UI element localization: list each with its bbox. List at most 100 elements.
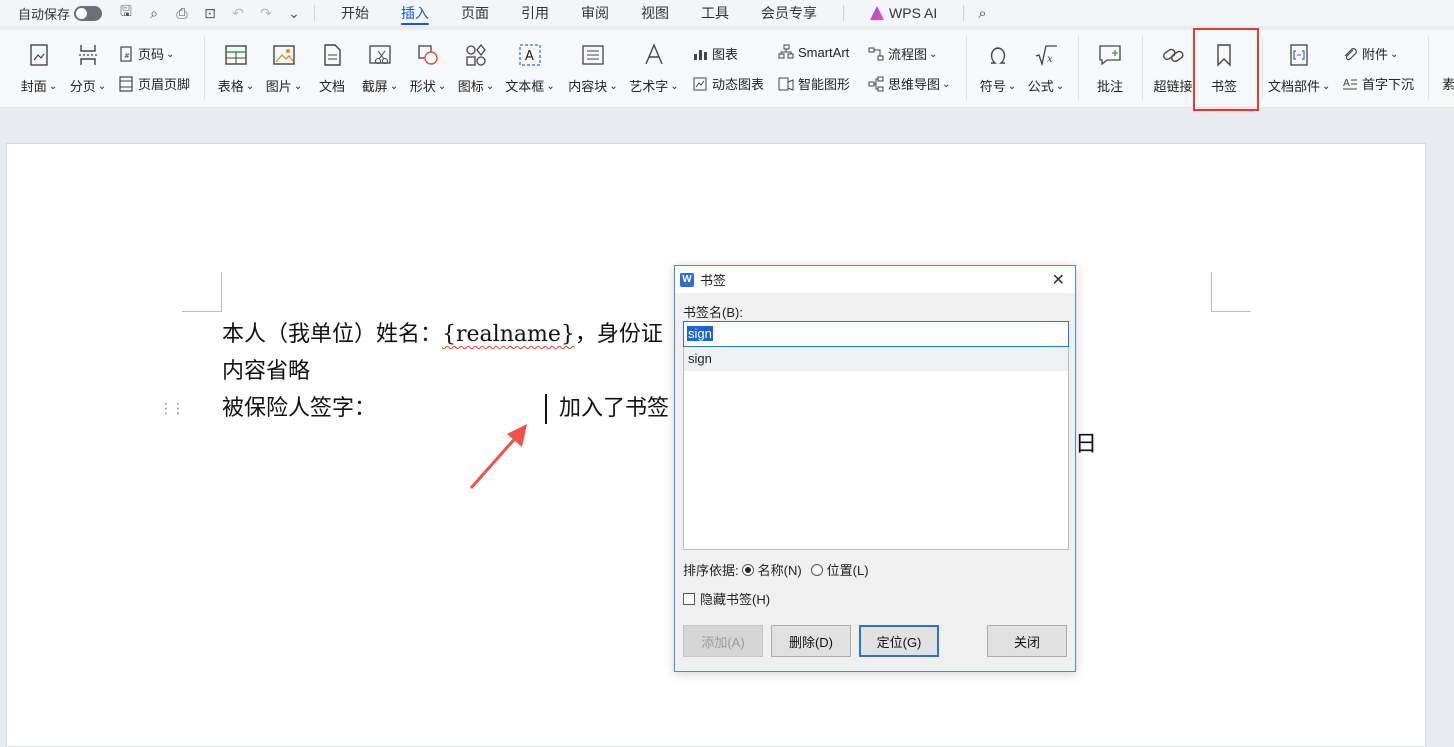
document-button[interactable]: 文档 xyxy=(314,42,350,95)
goto-button[interactable]: 定位(G) xyxy=(859,625,939,657)
bookmark-name-input[interactable]: sign xyxy=(683,321,1069,347)
textbox-icon: A xyxy=(519,44,541,66)
annotation-arrow-icon xyxy=(469,424,527,489)
close-icon[interactable]: ✕ xyxy=(1052,270,1065,290)
page-break-button[interactable]: 分页 xyxy=(68,42,108,95)
divider xyxy=(1078,36,1079,100)
sort-by-name-radio[interactable] xyxy=(741,563,754,576)
divider xyxy=(1262,36,1263,100)
dialog-titlebar[interactable]: W 书签 ✕ xyxy=(675,266,1075,293)
divider xyxy=(963,5,965,21)
bookmark-name-label: 书签名(B): xyxy=(683,305,743,320)
attachment-button[interactable]: 附件 xyxy=(1342,44,1398,63)
bookmark-dialog: W 书签 ✕ 书签名(B): sign sign 排序依据: 名称(N) 位置(… xyxy=(674,265,1076,672)
tab-home[interactable]: 开始 xyxy=(325,0,385,26)
page-number-button[interactable]: # 页码 xyxy=(118,44,174,63)
screenshot-button[interactable]: 截屏 xyxy=(360,42,400,95)
paperclip-icon xyxy=(1344,47,1357,60)
sort-by-name-label[interactable]: 名称(N) xyxy=(758,560,802,579)
formula-button[interactable]: x 公式 xyxy=(1026,42,1066,95)
print-icon[interactable]: ⎙ xyxy=(172,5,192,22)
tab-references[interactable]: 引用 xyxy=(505,0,565,26)
cover-button[interactable]: 封面 xyxy=(18,42,60,95)
toggle-switch[interactable] xyxy=(74,5,103,21)
margin-corner-top-left xyxy=(182,272,222,312)
text-cursor xyxy=(545,394,547,424)
wps-ai-icon xyxy=(870,6,885,20)
flowchart-icon xyxy=(868,47,884,60)
redo-icon[interactable]: ↷ xyxy=(256,5,276,22)
symbol-button[interactable]: 符号 xyxy=(978,42,1018,95)
picture-button[interactable]: 图片 xyxy=(264,42,304,95)
realname-field: {realname} xyxy=(442,322,575,347)
hyperlink-button[interactable]: 超链接 xyxy=(1152,42,1194,95)
delete-button[interactable]: 删除(D) xyxy=(771,625,851,657)
doc-parts-button[interactable]: 文档部件 xyxy=(1268,42,1330,95)
ribbon-insert: 封面 分页 # 页码 页眉页脚 表格 图片 文档 截屏 形状 图标 xyxy=(0,30,1454,108)
formula-icon: x xyxy=(1035,45,1057,67)
drag-handle-icon[interactable]: ⋮⋮ xyxy=(159,400,185,417)
tab-insert[interactable]: 插入 xyxy=(385,0,445,26)
divider xyxy=(314,5,316,21)
paragraph-1[interactable]: 本人（我单位）姓名：{realname}，身份证 xyxy=(222,316,663,353)
print-preview-icon[interactable]: ⊡ xyxy=(200,5,220,22)
ribbon-tabs: 开始 插入 页面 引用 审阅 视图 工具 会员专享 WPS AI ⌕ xyxy=(325,0,987,26)
svg-text:A: A xyxy=(1343,78,1350,89)
undo-icon[interactable]: ↶ xyxy=(228,5,248,22)
save-icon[interactable]: 🖫 xyxy=(116,1,136,25)
wordart-icon xyxy=(645,43,663,65)
paragraph-2[interactable]: 内容省略 xyxy=(222,353,663,390)
autosave-toggle[interactable]: 自动保存 xyxy=(18,4,103,23)
chevron-down-icon[interactable]: ⌄ xyxy=(284,5,304,22)
bookmark-button[interactable]: 书签 xyxy=(1204,42,1244,95)
header-footer-button[interactable]: 页眉页脚 xyxy=(118,74,190,93)
sort-by-position-label[interactable]: 位置(L) xyxy=(827,560,869,579)
list-item[interactable]: sign xyxy=(684,347,1068,371)
tab-wps-ai[interactable]: WPS AI xyxy=(854,0,953,26)
mindmap-button[interactable]: 思维导图 xyxy=(868,74,950,93)
tab-view[interactable]: 视图 xyxy=(625,0,685,26)
shape-button[interactable]: 形状 xyxy=(408,42,448,95)
tab-review[interactable]: 审阅 xyxy=(565,0,625,26)
shape-icon xyxy=(418,45,438,65)
hide-bookmarks-label[interactable]: 隐藏书签(H) xyxy=(700,589,770,608)
picture-icon xyxy=(273,45,295,65)
table-button[interactable]: 表格 xyxy=(216,42,256,95)
more-button-cut[interactable]: 素 xyxy=(1442,74,1454,93)
search-icon[interactable]: ⌕ xyxy=(978,5,986,22)
selected-text: sign xyxy=(687,326,713,341)
add-button[interactable]: 添加(A) xyxy=(683,625,763,657)
autosave-label: 自动保存 xyxy=(18,6,71,22)
content-block-button[interactable]: 内容块 xyxy=(566,42,620,95)
drop-cap-button[interactable]: A 首字下沉 xyxy=(1342,74,1414,93)
comment-button[interactable]: 批注 xyxy=(1090,42,1130,95)
close-button[interactable]: 关闭 xyxy=(987,625,1067,657)
brush-icon[interactable]: ⌕ xyxy=(144,5,164,22)
tab-member[interactable]: 会员专享 xyxy=(745,0,833,26)
icon-button[interactable]: 图标 xyxy=(456,42,496,95)
tab-page[interactable]: 页面 xyxy=(445,0,505,26)
wps-writer-icon: W xyxy=(680,272,694,287)
smart-graphic-button[interactable]: 智能图形 xyxy=(778,74,850,93)
smartart-icon xyxy=(778,44,794,59)
tab-tools[interactable]: 工具 xyxy=(685,0,745,26)
smartart-button[interactable]: SmartArt xyxy=(778,44,849,60)
flowchart-button[interactable]: 流程图 xyxy=(868,44,937,63)
textbox-button[interactable]: A 文本框 xyxy=(504,42,556,95)
divider xyxy=(966,36,967,100)
bookmark-list[interactable]: sign xyxy=(683,347,1069,550)
dynamic-chart-icon xyxy=(693,77,707,90)
quick-access-toolbar: 🖫 ⌕ ⎙ ⊡ ↶ ↷ ⌄ xyxy=(116,1,304,25)
wordart-button[interactable]: 艺术字 xyxy=(628,42,680,95)
dynamic-chart-button[interactable]: 动态图表 xyxy=(692,74,764,93)
divider xyxy=(204,36,205,100)
hide-bookmarks-option: 隐藏书签(H) xyxy=(683,589,770,608)
content-block-icon xyxy=(582,45,604,65)
sort-by-position-radio[interactable] xyxy=(810,563,823,576)
divider xyxy=(1142,36,1143,100)
hide-bookmarks-checkbox[interactable] xyxy=(683,592,695,605)
margin-corner-top-right xyxy=(1211,272,1251,312)
chart-button[interactable]: 图表 xyxy=(692,44,738,63)
sort-label: 排序依据: xyxy=(683,563,739,578)
page-break-icon xyxy=(79,45,97,65)
